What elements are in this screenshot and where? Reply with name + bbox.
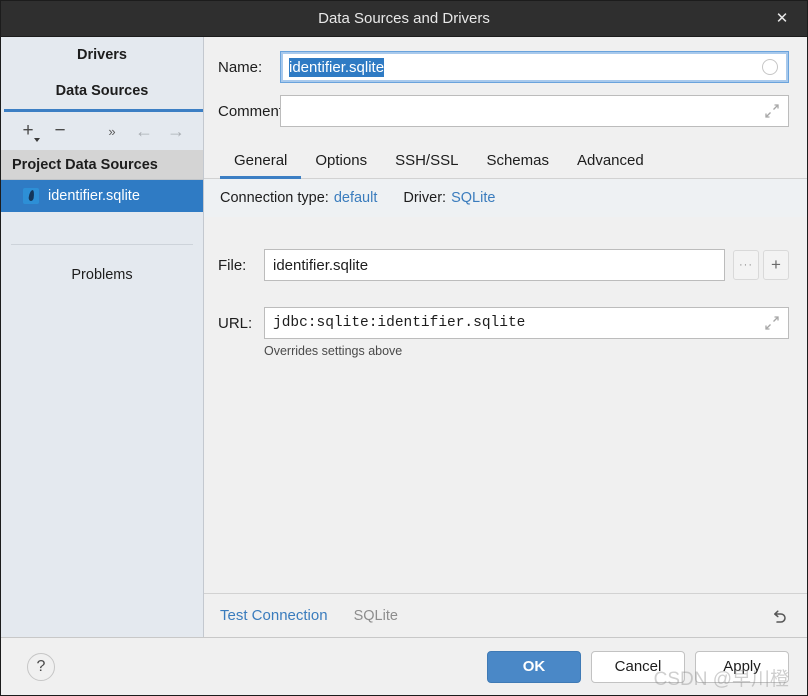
url-label: URL: [218,314,253,332]
connection-type-value[interactable]: default [334,190,378,206]
url-input[interactable]: jdbc:sqlite:identifier.sqlite [264,307,789,339]
test-connection-link[interactable]: Test Connection [220,607,328,624]
chevron-down-icon [34,138,40,142]
connection-type-label: Connection type: [220,190,329,206]
remove-data-source-button[interactable]: − [45,117,75,145]
window-title: Data Sources and Drivers [318,10,490,27]
navigate-forward-button[interactable]: → [161,117,191,145]
sidebar-item-problems[interactable]: Problems [1,267,203,283]
browse-file-button[interactable]: ··· [733,250,759,280]
sidebar-tab-data-sources[interactable]: Data Sources [1,73,203,109]
name-input[interactable]: identifier.sqlite [280,51,789,83]
driver-value[interactable]: SQLite [451,190,495,206]
tab-ssh-ssl[interactable]: SSH/SSL [381,146,472,178]
group-header-project-data-sources: Project Data Sources [1,150,203,180]
cancel-button[interactable]: Cancel [591,650,685,683]
tab-advanced[interactable]: Advanced [563,146,658,178]
settings-tabs: General Options SSH/SSL Schemas Advanced [204,145,807,179]
file-input-value: identifier.sqlite [273,256,369,274]
sidebar-filler [1,283,203,637]
general-tab-content: File: identifier.sqlite ··· + URL: jdbc:… [204,217,807,593]
name-label: Name: [218,58,263,76]
sqlite-icon [23,188,39,204]
sidebar-tab-drivers[interactable]: Drivers [1,37,203,73]
plus-icon: + [22,120,34,141]
add-data-source-button[interactable]: + [13,117,43,145]
url-input-value: jdbc:sqlite:identifier.sqlite [273,315,526,331]
help-button[interactable]: ? [27,652,55,681]
sidebar-item-identifier-sqlite[interactable]: identifier.sqlite [1,180,203,212]
expand-icon[interactable] [764,315,780,331]
dialog-body: Drivers Data Sources + − » ← → Project D… [1,37,807,637]
ok-button[interactable]: OK [487,650,581,683]
url-override-hint: Overrides settings above [264,344,403,358]
more-options-button[interactable]: » [97,117,127,145]
tab-schemas[interactable]: Schemas [472,146,563,178]
undo-icon[interactable] [767,603,793,629]
driver-label: Driver: [403,190,447,206]
tab-options[interactable]: Options [301,146,381,178]
apply-button[interactable]: Apply [695,650,789,683]
file-label: File: [218,256,247,274]
tab-general[interactable]: General [220,146,302,179]
test-connection-bar: Test Connection SQLite [204,593,807,637]
comment-label: Comment: [218,102,288,120]
connection-type-row: Connection type: default Driver: SQLite [204,179,807,217]
status-indicator-icon [762,59,778,75]
file-row: File: identifier.sqlite ··· + [204,249,807,281]
footer-driver-name: SQLite [353,607,398,624]
comment-input[interactable] [280,95,789,127]
title-bar: Data Sources and Drivers ✕ [1,1,807,37]
navigate-back-button[interactable]: ← [129,117,159,145]
dialog-button-bar: ? OK Cancel Apply CSDN @早川橙 [1,637,807,695]
name-row: Name: identifier.sqlite [204,51,807,83]
add-file-button[interactable]: + [763,250,789,280]
main-panel: Name: identifier.sqlite Comment: General… [204,37,807,637]
data-sources-dialog: Data Sources and Drivers ✕ Drivers Data … [0,0,808,696]
name-input-value: identifier.sqlite [289,57,385,77]
expand-icon[interactable] [764,103,780,119]
file-input[interactable]: identifier.sqlite [264,249,725,281]
close-icon[interactable]: ✕ [767,1,797,37]
sidebar-toolbar: + − » ← → [1,112,203,150]
url-row: URL: jdbc:sqlite:identifier.sqlite [204,307,807,339]
sidebar-divider [11,244,193,245]
sidebar: Drivers Data Sources + − » ← → Project D… [1,37,204,637]
sidebar-item-label: identifier.sqlite [48,188,140,204]
comment-row: Comment: [204,95,807,127]
